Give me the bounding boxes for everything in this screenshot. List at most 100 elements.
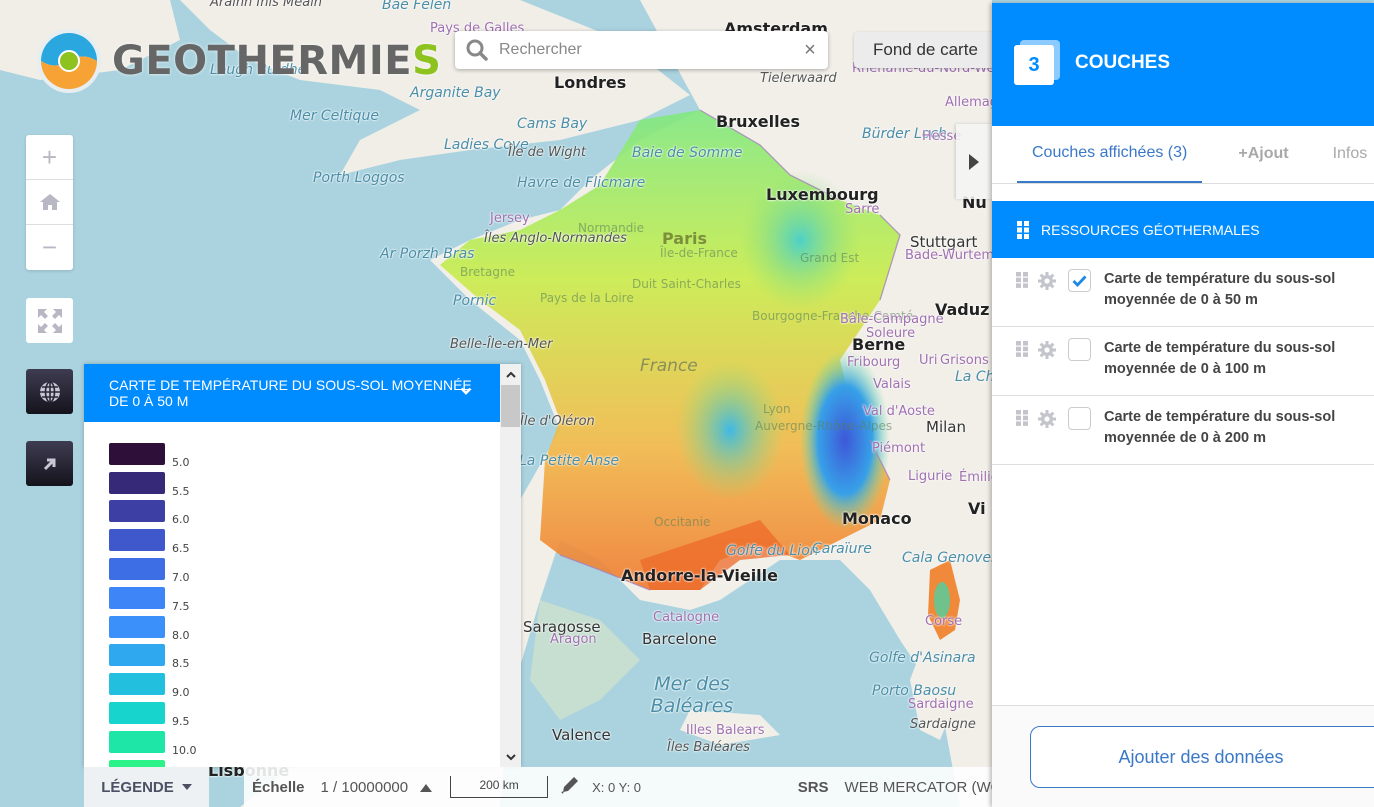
map-label: Havre de Flicmare [517, 175, 646, 191]
legend-scrollbar[interactable] [500, 364, 521, 767]
legend-swatch [109, 500, 165, 523]
home-button[interactable] [26, 180, 73, 225]
clear-search-button[interactable]: × [792, 39, 828, 62]
layer-visibility-checkbox[interactable] [1068, 269, 1091, 292]
map-label: Vaduz [935, 300, 990, 319]
globe-button[interactable] [26, 369, 73, 414]
layer-count-badge: 3 [1014, 40, 1060, 86]
tab-info[interactable]: Infos [1333, 125, 1368, 183]
status-bar: Échelle 1 / 10000000 200 km X: 0 Y: 0 SR… [244, 767, 1034, 807]
map-label: Ar Porzh Bras [380, 246, 475, 262]
tab-displayed-layers[interactable]: Couches affichées (3) [1017, 125, 1203, 183]
map-label: Piémont [872, 441, 926, 456]
map-label: Île-de-France [660, 246, 738, 260]
legend-item: 5.5 [109, 465, 500, 498]
legend-item: 9.5 [109, 695, 500, 728]
drag-handle-icon[interactable] [1016, 272, 1028, 288]
layer-row: Carte de température du sous-sol moyennée… [992, 396, 1374, 465]
legend-header[interactable]: CARTE DE TEMPÉRATURE DU SOUS-SOL MOYENNÉ… [84, 364, 500, 422]
map-label: Caraïure [812, 541, 872, 557]
zoom-controls: + − [26, 135, 73, 270]
map-label: Londres [554, 73, 627, 92]
map-label: La Petite Anse [519, 453, 620, 469]
legend-swatch [109, 442, 165, 465]
basemap-button[interactable]: Fond de carte [854, 32, 994, 68]
map-label: Aragon [550, 632, 597, 647]
map-label: Mer des Baléares [650, 673, 734, 717]
fullscreen-button[interactable] [26, 298, 73, 343]
map-label: Occitanie [654, 515, 711, 529]
arrow-up-right-icon [43, 458, 55, 470]
share-link-button[interactable] [26, 441, 73, 486]
layers-panel-header: 3 COUCHES [992, 3, 1374, 126]
layer-visibility-checkbox[interactable] [1068, 407, 1091, 430]
map-label: Bretagne [460, 265, 515, 279]
drag-handle-icon[interactable] [1016, 341, 1028, 357]
scroll-down-icon[interactable] [500, 747, 521, 767]
drag-handle-icon[interactable] [1016, 410, 1028, 426]
legend-item: 10.5 [109, 753, 500, 767]
legend-swatch [109, 529, 165, 552]
map-label: Illes Balears [686, 723, 765, 738]
legend-value: 6.5 [172, 542, 190, 556]
layer-visibility-checkbox[interactable] [1068, 338, 1091, 361]
caret-up-icon[interactable] [420, 779, 433, 796]
gear-icon[interactable] [1038, 272, 1056, 290]
search-input[interactable] [499, 41, 792, 59]
pencil-icon[interactable] [560, 775, 580, 799]
map-label: Grand Est [800, 251, 860, 265]
legend-item: 7.5 [109, 580, 500, 613]
legend-value: 7.0 [172, 570, 190, 584]
legend-item: 7.0 [109, 551, 500, 584]
layer-name[interactable]: Carte de température du sous-sol moyennée… [1104, 269, 1335, 311]
map-label: Sardaigne [908, 697, 974, 712]
layer-group-header[interactable]: RESSOURCES GÉOTHERMALES [992, 201, 1374, 258]
home-icon [39, 194, 60, 210]
gear-icon[interactable] [1038, 410, 1056, 428]
legend-value: 5.5 [172, 484, 190, 498]
legend-panel: CARTE DE TEMPÉRATURE DU SOUS-SOL MOYENNÉ… [84, 364, 521, 767]
search-icon[interactable] [455, 38, 499, 62]
legend-value: 7.5 [172, 599, 190, 613]
legend-toggle-button[interactable]: LÉGENDE [84, 767, 209, 807]
map-label: Pornic [453, 293, 497, 309]
add-data-button[interactable]: Ajouter des données [1030, 726, 1374, 788]
layer-row: Carte de température du sous-sol moyennée… [992, 258, 1374, 327]
scrollbar-thumb[interactable] [501, 385, 520, 427]
globe-icon [39, 380, 60, 403]
app-logo[interactable]: GEOTHERMIES [36, 28, 441, 94]
legend-item: 5.0 [109, 436, 500, 469]
map-label: Normandie [578, 221, 645, 235]
tab-add[interactable]: +Ajout [1238, 125, 1288, 183]
legend-value: 9.0 [172, 686, 190, 700]
zoom-out-button[interactable]: − [26, 225, 73, 270]
chevron-down-icon[interactable] [460, 383, 472, 399]
gear-icon[interactable] [1038, 341, 1056, 359]
scroll-up-icon[interactable] [500, 364, 521, 384]
legend-toggle-label: LÉGENDE [101, 778, 174, 796]
map-label: Corse [925, 614, 963, 629]
cursor-coordinates: X: 0 Y: 0 [592, 779, 642, 795]
layer-name-line2: moyennée de 0 à 100 m [1104, 361, 1266, 377]
map-label: Monaco [842, 509, 912, 528]
map-label: Bruxelles [716, 112, 800, 131]
layer-name[interactable]: Carte de température du sous-sol moyennée… [1104, 338, 1335, 380]
legend-swatch [109, 615, 165, 638]
scale-value[interactable]: 1 / 10000000 [321, 779, 409, 796]
legend-item: 9.0 [109, 666, 500, 699]
legend-value: 6.0 [172, 513, 190, 527]
zoom-in-button[interactable]: + [26, 135, 73, 180]
map-label: Ligurie [908, 469, 953, 484]
map-label: Baie de Somme [632, 145, 743, 161]
legend-item: 8.0 [109, 609, 500, 642]
map-label: Golfe d'Asinara [869, 650, 976, 666]
map-label: Fribourg [847, 355, 901, 370]
map-label: Berne [852, 335, 906, 354]
layer-name[interactable]: Carte de température du sous-sol moyennée… [1104, 407, 1335, 449]
map-label: Auvergne-Rhône-Alpes [755, 419, 893, 433]
map-label: France [640, 356, 698, 376]
panel-title: COUCHES [1075, 52, 1171, 73]
logo-wordmark: GEOTHERMIES [112, 38, 441, 84]
collapse-panel-button[interactable] [956, 124, 992, 199]
map-label: Milan [926, 418, 966, 436]
